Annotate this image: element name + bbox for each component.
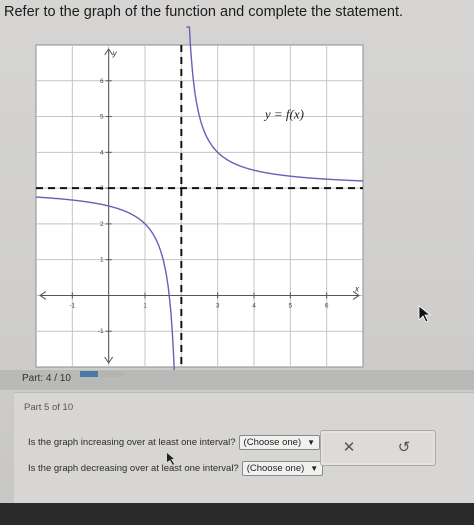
y-tick-label: 4 xyxy=(100,149,104,156)
question-increasing-text: Is the graph increasing over at least on… xyxy=(28,437,236,448)
hand-cursor-icon xyxy=(167,453,174,465)
decreasing-dropdown-value: (Choose one) xyxy=(246,463,305,474)
x-tick-label: 4 xyxy=(252,302,256,309)
x-tick-label: 5 xyxy=(289,302,293,309)
dropdown-arrow-icon: ▼ xyxy=(307,438,316,447)
curve-label: y = f(x) xyxy=(263,106,304,121)
x-tick-label: 3 xyxy=(216,302,220,309)
undo-button[interactable]: ↺ xyxy=(392,438,416,458)
y-tick-label: 2 xyxy=(100,221,104,228)
increasing-dropdown-value: (Choose one) xyxy=(243,437,302,448)
x-tick-label: -1 xyxy=(69,302,75,309)
x-tick-label: 1 xyxy=(143,302,147,309)
dropdown-arrow-icon: ▼ xyxy=(310,464,319,473)
y-tick-label: -1 xyxy=(98,328,104,335)
function-graph: -113456654321-1 y x y = f(x) xyxy=(35,26,364,372)
x-tick-label: 6 xyxy=(325,302,329,309)
undo-icon: ↺ xyxy=(397,439,411,456)
y-tick-label: 5 xyxy=(100,114,104,121)
progress-track xyxy=(80,371,124,377)
question-decreasing-text: Is the graph decreasing over at least on… xyxy=(28,463,239,474)
mouse-pointer-icon xyxy=(418,305,432,323)
screen-bottom-edge xyxy=(0,503,474,525)
page: Refer to the graph of the function and c… xyxy=(0,0,474,525)
part-progress-bar xyxy=(0,370,474,390)
progress-fill xyxy=(80,371,98,377)
part-title: Part 5 of 10 xyxy=(24,402,74,413)
graph-background xyxy=(35,44,364,368)
increasing-dropdown[interactable]: (Choose one) ▼ xyxy=(238,435,321,450)
question-increasing: Is the graph increasing over at least on… xyxy=(28,435,321,450)
y-tick-label: 1 xyxy=(100,257,104,264)
clear-button[interactable]: ✕ xyxy=(337,438,361,458)
part-progress-label: Part: 4 / 10 xyxy=(22,373,71,384)
decreasing-dropdown[interactable]: (Choose one) ▼ xyxy=(241,461,324,476)
y-tick-label: 6 xyxy=(100,78,104,85)
close-icon: ✕ xyxy=(342,439,356,456)
